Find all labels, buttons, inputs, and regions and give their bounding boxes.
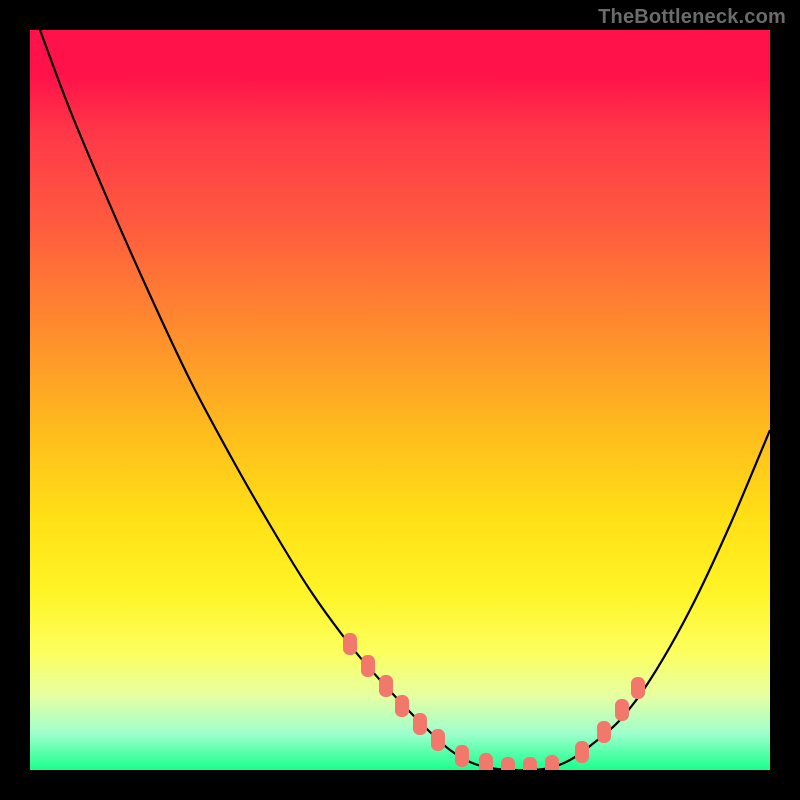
curve-marker xyxy=(431,729,445,751)
curve-marker xyxy=(343,633,357,655)
curve-marker xyxy=(361,655,375,677)
plot-area xyxy=(30,30,770,770)
curve-marker xyxy=(523,757,537,770)
curve-marker xyxy=(575,741,589,763)
curve-marker xyxy=(545,755,559,770)
watermark-label: TheBottleneck.com xyxy=(598,6,786,29)
curve-svg xyxy=(30,30,770,770)
curve-marker xyxy=(615,699,629,721)
curve-marker xyxy=(413,713,427,735)
curve-marker xyxy=(597,721,611,743)
curve-marker xyxy=(455,745,469,767)
curve-marker xyxy=(631,677,645,699)
curve-marker xyxy=(479,753,493,770)
curve-marker xyxy=(379,675,393,697)
markers-group xyxy=(343,633,645,770)
chart-container: TheBottleneck.com xyxy=(0,0,800,800)
bottleneck-curve xyxy=(40,30,770,770)
curve-marker xyxy=(501,757,515,770)
curve-marker xyxy=(395,695,409,717)
